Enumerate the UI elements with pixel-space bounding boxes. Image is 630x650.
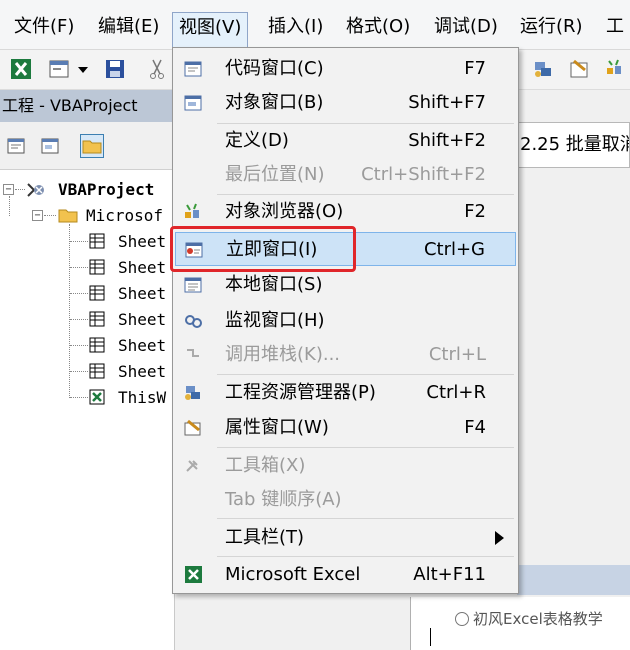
menu-item-last-position: 最后位置(N) Ctrl+Shift+F2: [225, 164, 486, 185]
properties-window-icon[interactable]: [568, 58, 590, 80]
window-titlebar: [517, 565, 630, 595]
menu-view[interactable]: 视图(V): [172, 12, 249, 48]
worksheet-icon: [88, 258, 106, 276]
locals-window-icon: [183, 276, 203, 294]
excel-icon: [183, 566, 203, 584]
menu-item-call-stack: 调用堆栈(K)... Ctrl+L: [175, 338, 516, 372]
tree-item-sheet[interactable]: Sheet: [118, 283, 166, 305]
menu-item-toolbars[interactable]: 工具栏(T): [175, 521, 516, 555]
call-stack-icon: [183, 346, 203, 364]
project-tree: − VBAProject − Microsof Sheet Sheet Shee…: [0, 170, 175, 650]
project-explorer-toolbar: [0, 122, 175, 170]
menu-item-object-window[interactable]: 对象窗口(B) Shift+F7: [175, 86, 516, 120]
excel-icon[interactable]: [10, 58, 32, 80]
menu-tools[interactable]: 工: [600, 12, 630, 42]
object-browser-icon[interactable]: [604, 58, 626, 80]
watermark: 初风Excel表格教学: [455, 608, 603, 629]
code-window-title: 2.25 批量取消: [517, 122, 630, 168]
tree-item-thisworkbook[interactable]: ThisW: [118, 387, 166, 409]
watermark-logo-icon: [455, 612, 469, 626]
menu-run[interactable]: 运行(R): [514, 12, 589, 42]
cut-icon[interactable]: [146, 58, 168, 80]
insert-userform-icon[interactable]: [48, 58, 70, 80]
toolbox-icon: [183, 457, 203, 475]
tree-item-sheet[interactable]: Sheet: [118, 257, 166, 279]
menu-item-tab-order: Tab 键顺序(A): [225, 489, 342, 510]
tree-item-sheet[interactable]: Sheet: [118, 231, 166, 253]
worksheet-icon: [88, 336, 106, 354]
properties-window-icon: [183, 419, 203, 437]
watch-window-icon: [183, 312, 203, 330]
menu-item-toolbox: 工具箱(X): [175, 449, 516, 483]
view-menu-dropdown: 代码窗口(C) F7 对象窗口(B) Shift+F7 定义(D) Shift+…: [172, 47, 519, 594]
project-explorer-icon: [183, 384, 203, 402]
tree-root-vbaproject[interactable]: VBAProject: [58, 179, 154, 201]
menu-item-watch-window[interactable]: 监视窗口(H): [175, 304, 516, 338]
tree-folder-microsoft-excel-objects[interactable]: Microsof: [86, 205, 163, 227]
menu-item-project-explorer[interactable]: 工程资源管理器(P) Ctrl+R: [175, 376, 516, 410]
worksheet-icon: [88, 232, 106, 250]
collapse-toggle[interactable]: −: [3, 184, 14, 195]
chevron-down-icon[interactable]: [76, 58, 90, 80]
menu-file[interactable]: 文件(F): [8, 12, 80, 42]
folder-icon: [58, 206, 78, 224]
object-window-icon: [183, 94, 203, 112]
toggle-folders-icon[interactable]: [80, 134, 104, 158]
view-code-icon[interactable]: [4, 134, 28, 158]
menu-edit[interactable]: 编辑(E): [92, 12, 165, 42]
save-icon[interactable]: [104, 58, 126, 80]
submenu-arrow-icon: [495, 531, 504, 545]
menu-item-locals-window[interactable]: 本地窗口(S): [175, 268, 516, 302]
menu-format[interactable]: 格式(O): [340, 12, 416, 42]
menu-item-definition[interactable]: 定义(D) Shift+F2: [175, 124, 516, 158]
menu-item-code-window[interactable]: 代码窗口(C) F7: [175, 52, 516, 86]
vba-project-icon: [26, 180, 44, 198]
menu-item-object-browser[interactable]: 对象浏览器(O) F2: [175, 195, 516, 229]
menu-item-microsoft-excel[interactable]: Microsoft Excel Alt+F11: [175, 558, 516, 592]
worksheet-icon: [88, 310, 106, 328]
project-explorer-title: 工程 - VBAProject: [0, 90, 175, 122]
text-cursor: [430, 628, 431, 646]
worksheet-icon: [88, 362, 106, 380]
workbook-icon: [88, 388, 106, 406]
view-object-icon[interactable]: [38, 134, 62, 158]
tree-item-sheet[interactable]: Sheet: [118, 361, 166, 383]
code-window-icon: [183, 60, 203, 78]
menu-bar: 文件(F) 编辑(E) 视图(V) 插入(I) 格式(O) 调试(D) 运行(R…: [0, 0, 630, 50]
menu-insert[interactable]: 插入(I): [262, 12, 329, 42]
annotation-highlight-box: [170, 226, 356, 272]
object-browser-icon: [183, 203, 203, 221]
worksheet-icon: [88, 284, 106, 302]
collapse-toggle[interactable]: −: [32, 210, 43, 221]
project-explorer-icon[interactable]: [532, 58, 554, 80]
menu-debug[interactable]: 调试(D): [428, 12, 504, 42]
tree-item-sheet[interactable]: Sheet: [118, 309, 166, 331]
menu-item-properties-window[interactable]: 属性窗口(W) F4: [175, 411, 516, 445]
tree-item-sheet[interactable]: Sheet: [118, 335, 166, 357]
